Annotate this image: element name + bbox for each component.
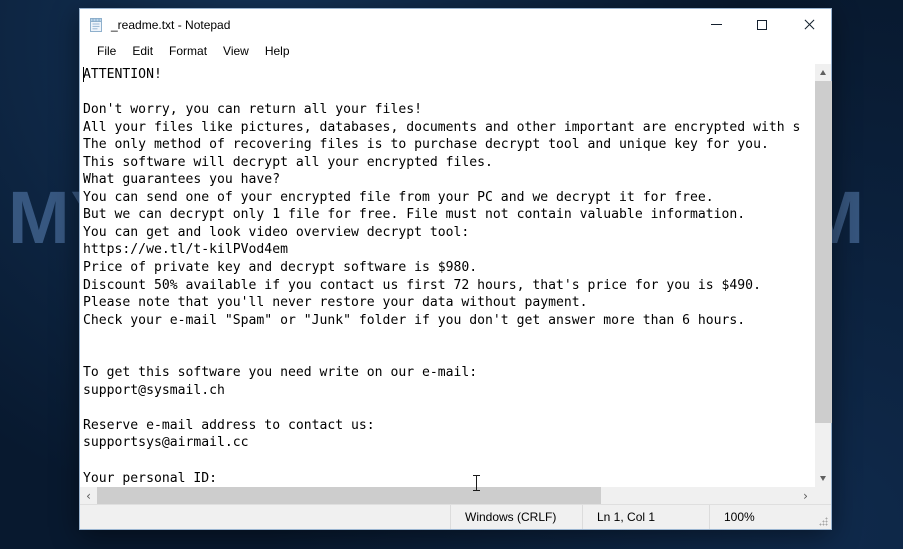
notepad-icon: [88, 17, 104, 33]
text-caret: [83, 67, 84, 82]
close-button[interactable]: [785, 9, 831, 40]
menu-item-file[interactable]: File: [89, 42, 124, 61]
maximize-icon: [757, 19, 767, 30]
editor-row: ATTENTION! Don't worry, you can return a…: [80, 64, 832, 487]
menu-bar: File Edit Format View Help: [80, 40, 831, 63]
scroll-right-button[interactable]: ›: [797, 487, 814, 504]
editor-region: ATTENTION! Don't worry, you can return a…: [80, 63, 832, 504]
minimize-icon: [710, 24, 722, 25]
horizontal-scrollbar[interactable]: ‹ ›: [80, 487, 831, 504]
chevron-up-icon: [820, 70, 826, 75]
notepad-window: _readme.txt - Notepad File Edit Format V…: [79, 8, 832, 530]
close-icon: [803, 19, 814, 30]
status-cursor-position: Ln 1, Col 1: [582, 505, 709, 529]
chevron-down-icon: [820, 476, 826, 481]
menu-item-help[interactable]: Help: [257, 42, 298, 61]
menu-item-format[interactable]: Format: [161, 42, 215, 61]
maximize-button[interactable]: [739, 9, 785, 40]
chevron-right-icon: ›: [803, 488, 808, 503]
window-titlebar[interactable]: _readme.txt - Notepad: [80, 9, 831, 40]
status-line-ending: Windows (CRLF): [450, 505, 582, 529]
resize-grip-icon[interactable]: [819, 517, 828, 526]
scrollbar-corner: [814, 487, 831, 504]
vertical-scroll-thumb[interactable]: [815, 81, 832, 424]
vertical-scroll-track[interactable]: [815, 81, 832, 470]
status-zoom-level: 100%: [709, 505, 831, 529]
text-editor-area[interactable]: ATTENTION! Don't worry, you can return a…: [80, 64, 814, 487]
status-bar-spacer: [80, 505, 450, 529]
minimize-button[interactable]: [693, 9, 739, 40]
scroll-down-button[interactable]: [815, 470, 831, 487]
horizontal-scroll-thumb[interactable]: [97, 487, 601, 504]
window-title: _readme.txt - Notepad: [111, 17, 231, 32]
chevron-left-icon: ‹: [86, 488, 91, 503]
window-controls: [693, 9, 831, 40]
desktop-background: MYANTISPYWARE.COM _readme.txt - Notepad: [0, 0, 903, 549]
menu-item-edit[interactable]: Edit: [124, 42, 161, 61]
status-zoom-value: 100%: [724, 510, 755, 524]
horizontal-scroll-track[interactable]: [97, 487, 797, 504]
menu-item-view[interactable]: View: [215, 42, 257, 61]
ransom-note-text[interactable]: ATTENTION! Don't worry, you can return a…: [83, 66, 800, 487]
status-bar: Windows (CRLF) Ln 1, Col 1 100%: [80, 504, 831, 529]
scroll-up-button[interactable]: [815, 64, 831, 81]
scroll-left-button[interactable]: ‹: [80, 487, 97, 504]
vertical-scrollbar[interactable]: [814, 64, 832, 487]
